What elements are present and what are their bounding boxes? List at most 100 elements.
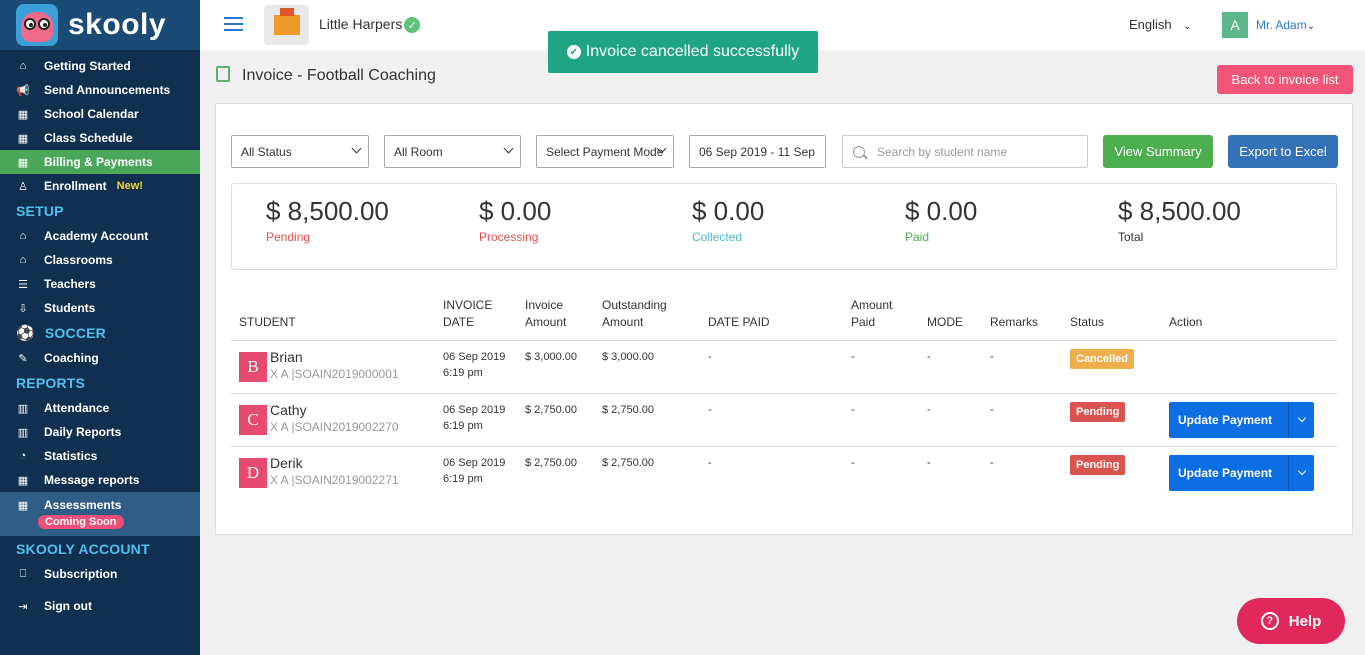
cell-invoice-amount: $ 2,750.00 xyxy=(525,456,577,469)
language-selector[interactable]: English ⌄ xyxy=(1129,17,1192,32)
cell-mode: - xyxy=(919,340,982,394)
avatar[interactable]: A xyxy=(1222,12,1248,38)
hamburger-menu-icon[interactable] xyxy=(224,17,243,32)
language-value: English xyxy=(1129,17,1172,32)
chevron-down-icon[interactable] xyxy=(1288,401,1314,438)
sidebar-item-attendance[interactable]: ▥ Attendance xyxy=(0,396,200,420)
help-button[interactable]: ? Help xyxy=(1237,598,1345,644)
update-payment-split-button: Update Payment xyxy=(1169,454,1314,491)
sidebar-item-statistics[interactable]: ◔ Statistics xyxy=(0,444,200,468)
sidebar-item-signout[interactable]: ⇥ Sign out xyxy=(0,594,200,618)
sidebar-item-label: Send Announcements xyxy=(44,83,171,97)
user-menu[interactable]: Mr. Adam⌄ xyxy=(1256,18,1315,32)
cell-action: Update Payment xyxy=(1161,446,1337,499)
sidebar-item-students[interactable]: ⇩ Students xyxy=(0,296,200,320)
sidebar-item-class-schedule[interactable]: ▦ Class Schedule xyxy=(0,126,200,150)
summary-label: Paid xyxy=(905,230,930,244)
summary-amount: $ 8,500.00 xyxy=(1118,196,1241,226)
room-filter-select[interactable]: All Room xyxy=(384,135,521,168)
cell-remarks: - xyxy=(990,456,994,469)
invoice-time: 6:19 pm xyxy=(443,366,483,379)
student-name[interactable]: Brian xyxy=(270,349,399,366)
sidebar-item-label: Students xyxy=(44,301,96,315)
sidebar-item-label: Class Schedule xyxy=(44,131,133,145)
sidebar-item-teachers[interactable]: ☰ Teachers xyxy=(0,272,200,296)
student-invoice-id: X A |SOAIN2019000001 xyxy=(270,366,399,381)
update-payment-button[interactable]: Update Payment xyxy=(1169,454,1288,491)
sidebar-item-billing-payments[interactable]: ▦ Billing & Payments xyxy=(0,150,200,174)
gift-icon: ▥ xyxy=(17,402,29,415)
sidebar-item-label: Classrooms xyxy=(44,253,113,267)
school-name[interactable]: Little Harpers ✓ xyxy=(319,16,421,34)
calendar-icon: ▦ xyxy=(17,108,29,121)
user-icon: ♙ xyxy=(18,180,28,193)
invoice-card: All Status All Room Select Payment Mode … xyxy=(215,103,1353,535)
sidebar-item-academy-account[interactable]: ⌂ Academy Account xyxy=(0,224,200,248)
page-title: Invoice - Football Coaching xyxy=(242,67,436,84)
summary-amount: $ 0.00 xyxy=(905,196,978,226)
school-name-text: Little Harpers xyxy=(319,16,403,32)
sidebar-item-daily-reports[interactable]: ▥ Daily Reports xyxy=(0,420,200,444)
invoice-date: 06 Sep 2019 xyxy=(443,456,506,469)
gift-icon: ▥ xyxy=(17,426,29,439)
cell-action xyxy=(1161,340,1337,394)
cell-remarks: - xyxy=(982,340,1062,394)
chevron-down-icon[interactable] xyxy=(1288,454,1314,491)
student-avatar: D xyxy=(239,457,267,488)
summary-label: Total xyxy=(1118,230,1144,244)
sidebar-item-coaching[interactable]: ✎ Coaching xyxy=(0,346,200,370)
export-to-excel-button[interactable]: Export to Excel xyxy=(1228,135,1338,168)
back-to-invoice-list-button[interactable]: Back to invoice list xyxy=(1217,65,1353,94)
summary-amount: $ 8,500.00 xyxy=(266,196,389,226)
sidebar-item-message-reports[interactable]: ▦ Message reports xyxy=(0,468,200,492)
cell-date-paid: - xyxy=(700,393,843,447)
update-payment-button[interactable]: Update Payment xyxy=(1169,401,1288,438)
sidebar-item-getting-started[interactable]: ⌂ Getting Started xyxy=(0,54,200,78)
sidebar-item-label: Getting Started xyxy=(44,59,131,73)
cell-mode: - xyxy=(919,393,982,447)
student-name[interactable]: Cathy xyxy=(270,402,399,419)
owl-logo-icon[interactable] xyxy=(16,4,58,46)
sidebar-item-label: Statistics xyxy=(44,449,98,463)
student-name[interactable]: Derik xyxy=(270,455,399,472)
invoice-time: 6:19 pm xyxy=(443,419,483,432)
section-soccer-label: SOCCER xyxy=(44,325,106,341)
cell-status: Pending xyxy=(1062,446,1161,499)
bookmark-icon: ⎕ xyxy=(19,567,27,580)
sidebar-item-classrooms[interactable]: ⌂ Classrooms xyxy=(0,248,200,272)
view-summary-button[interactable]: View Summary xyxy=(1103,135,1213,168)
table-row: C Cathy X A |SOAIN2019002270 06 Sep 2019… xyxy=(231,393,1337,447)
cell-student: C Cathy X A |SOAIN2019002270 xyxy=(231,393,435,447)
sidebar-item-label: School Calendar xyxy=(44,107,139,121)
sidebar-item-label: Subscription xyxy=(44,567,118,581)
summary-collected: $ 0.00 Collected xyxy=(692,196,764,244)
payment-mode-select[interactable]: Select Payment Mode xyxy=(536,135,674,168)
new-badge: New! xyxy=(116,180,143,192)
student-invoice-id: X A |SOAIN2019002270 xyxy=(270,419,399,434)
cell-invoice-date: 06 Sep 2019 6:19 pm xyxy=(435,340,517,394)
search-input[interactable] xyxy=(877,144,1077,159)
success-toast: ✔ Invoice cancelled successfully xyxy=(548,31,818,73)
school-building-icon xyxy=(273,8,300,35)
invoice-date: 06 Sep 2019 xyxy=(443,350,506,363)
invoice-date: 06 Sep 2019 xyxy=(443,403,506,416)
status-filter-select[interactable]: All Status xyxy=(231,135,369,168)
sidebar-item-subscription[interactable]: ⎕ Subscription xyxy=(0,562,200,586)
sidebar-item-school-calendar[interactable]: ▦ School Calendar xyxy=(0,102,200,126)
sidebar-item-assessments[interactable]: ▦ Assessments Coming Soon xyxy=(0,492,200,536)
student-icon: ⇩ xyxy=(18,302,28,315)
sidebar-item-send-announcements[interactable]: 📢 Send Announcements xyxy=(0,78,200,102)
logo-text[interactable]: skooly xyxy=(68,8,166,42)
student-avatar: C xyxy=(239,404,267,435)
toast-message: Invoice cancelled successfully xyxy=(585,43,800,60)
summary-amount: $ 0.00 xyxy=(692,196,765,226)
sidebar-item-label: Message reports xyxy=(44,473,140,487)
status-badge: Cancelled xyxy=(1070,348,1134,369)
invoice-time: 6:19 pm xyxy=(443,472,483,485)
date-range-input[interactable]: 06 Sep 2019 - 11 Sep xyxy=(689,135,826,168)
sidebar: skooly ⌂ Getting Started 📢 Send Announcemen… xyxy=(0,0,200,655)
section-reports: REPORTS xyxy=(16,375,86,391)
sidebar-item-enrollment[interactable]: ♙ Enrollment New! xyxy=(0,174,200,198)
col-header-invoice-amount: Invoice Amount xyxy=(517,294,594,341)
cell-date-paid: - xyxy=(708,456,712,469)
